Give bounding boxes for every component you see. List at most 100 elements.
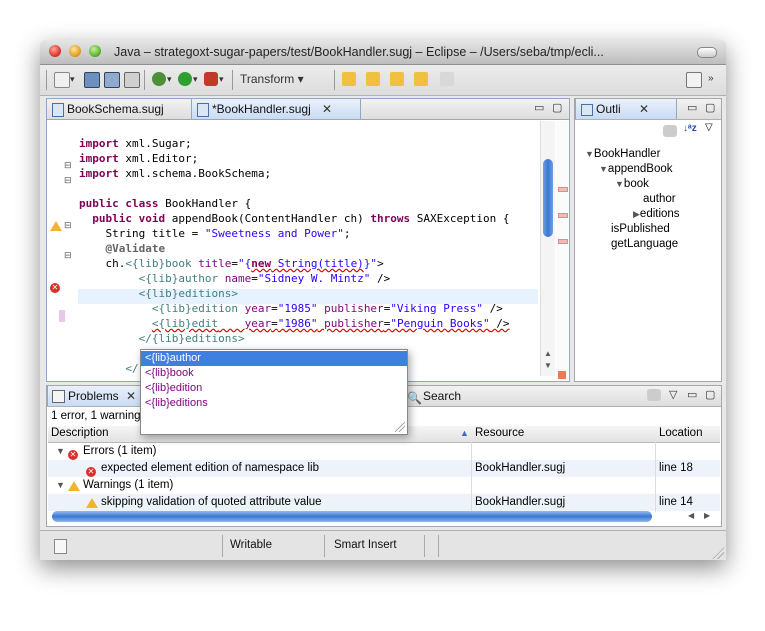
close-window-button[interactable] [49,45,61,57]
problems-icon [52,390,65,403]
column-header-description[interactable]: Description [51,427,109,439]
save-icon[interactable] [84,72,100,88]
code-line: import xml.Sugar; [79,137,192,150]
error-marker[interactable] [558,213,568,218]
status-separator [424,535,425,557]
scroll-down-icon[interactable]: ▼ [544,361,552,370]
chevron-down-icon[interactable]: ▾ [70,71,75,87]
minimize-icon[interactable]: ▭ [687,101,697,114]
expand-icon[interactable]: ▼ [56,443,65,460]
tree-label: getLanguage [611,238,679,250]
table-row[interactable]: ✕ expected element edition of namespace … [48,460,720,477]
transform-menu-button[interactable]: Transform ▾ [240,71,304,87]
completion-item[interactable]: <{lib}editions [141,396,407,411]
previous-annotation-icon[interactable] [366,72,380,86]
close-icon[interactable]: ✕ [639,99,649,119]
next-annotation-icon[interactable] [342,72,356,86]
editor-tabs: BookSchema.sugj *BookHandler.sugj ✕ ▭ ▢ [47,99,569,120]
chevron-down-icon[interactable]: ▾ [219,71,224,87]
run-icon[interactable] [178,72,192,86]
new-file-icon[interactable] [54,72,70,88]
problems-horizontal-scrollbar[interactable]: ◀ ▶ [52,509,717,524]
column-header-resource[interactable]: Resource [475,427,524,439]
tree-node[interactable]: ▼appendBook [599,162,673,177]
maximize-icon[interactable]: ▢ [705,101,715,114]
editor-vertical-scrollbar[interactable]: ▲ ▼ [540,121,555,376]
back-icon[interactable] [414,72,428,86]
fold-icon[interactable]: ⊟ [64,250,72,261]
view-menu-icon[interactable]: ▽ [669,388,677,401]
tree-node[interactable]: author [643,192,676,207]
tree-node[interactable]: ▼book [615,177,649,192]
code-line: </{lib}editions> [138,332,245,345]
hide-fields-icon[interactable] [663,125,677,137]
print-icon[interactable] [124,72,140,88]
tab-search[interactable]: 🔍 Search [403,386,483,406]
column-header-location[interactable]: Location [659,427,702,439]
minimize-icon[interactable]: ▭ [687,388,697,401]
view-menu-icon[interactable]: ▽ [705,122,713,133]
sort-az-icon[interactable]: ↓ᵃz [683,123,697,134]
error-marker[interactable] [558,187,568,192]
forward-icon[interactable] [440,72,454,86]
status-insert-mode: Smart Insert [334,539,397,551]
scroll-right-icon[interactable]: ▶ [704,511,710,520]
fold-icon[interactable]: ⊟ [64,175,72,186]
maximize-icon[interactable]: ▢ [705,388,715,401]
close-icon[interactable]: ✕ [126,386,136,406]
fold-icon[interactable]: ⊟ [64,160,72,171]
tree-node[interactable]: isPublished [611,222,670,237]
code-line: <{lib}edit year="1986" publisher="Pengui… [151,317,510,330]
debug-icon[interactable] [152,72,166,86]
status-separator [438,535,439,557]
chevron-down-icon[interactable]: ▾ [167,71,172,87]
error-summary-marker[interactable] [558,371,566,379]
code-line: import xml.schema.BookSchema; [79,167,272,180]
more-chevron-icon[interactable]: » [708,71,714,87]
external-tools-icon[interactable] [204,72,218,86]
maximize-icon[interactable]: ▢ [552,101,562,114]
completion-item[interactable]: <{lib}edition [141,381,407,396]
tab-bookhandler[interactable]: *BookHandler.sugj ✕ [191,99,361,119]
close-icon[interactable]: ✕ [322,99,332,119]
resize-grip[interactable] [712,547,724,559]
tab-label: *BookHandler.sugj [212,102,311,116]
minimize-icon[interactable]: ▭ [534,101,544,114]
overview-ruler[interactable] [556,121,568,379]
table-row-errors-group[interactable]: ▼ ✕ Errors (1 item) [48,443,720,460]
tab-bookschema[interactable]: BookSchema.sugj [47,99,207,119]
tree-label: book [623,178,649,190]
tree-node[interactable]: ▶editions [633,207,680,222]
scroll-thumb[interactable] [543,159,553,237]
last-edit-icon[interactable] [390,72,404,86]
sort-ascending-icon[interactable]: ▲ [460,428,469,438]
fast-view-icon[interactable] [54,539,67,554]
save-all-icon[interactable] [104,72,120,88]
chevron-down-icon[interactable]: ▾ [193,71,198,87]
scroll-left-icon[interactable]: ◀ [688,511,694,520]
popup-resize-grip[interactable] [395,422,405,432]
table-row-warnings-group[interactable]: ▼ Warnings (1 item) [48,477,720,494]
open-perspective-icon[interactable] [686,72,702,88]
code-text[interactable]: import xml.Sugar; import xml.Editor; impor… [79,121,510,376]
code-line: import xml.Editor; [79,152,199,165]
toolbar-toggle-button[interactable] [697,47,717,58]
completion-item[interactable]: <{lib}author [141,351,407,366]
tree-node[interactable]: getLanguage [611,237,678,252]
expand-icon[interactable]: ▼ [56,477,65,494]
completion-item[interactable]: <{lib}book [141,366,407,381]
scroll-up-icon[interactable]: ▲ [544,349,552,358]
group-label: Errors (1 item) [83,445,157,457]
scroll-thumb[interactable] [52,511,652,522]
minimize-window-button[interactable] [69,45,81,57]
fold-icon[interactable]: ⊟ [64,220,72,231]
filter-icon[interactable] [647,389,661,401]
problem-description: expected element edition of namespace li… [101,462,320,474]
tree-label: appendBook [607,163,673,175]
tree-node[interactable]: ▼BookHandler [585,147,660,162]
tab-outline[interactable]: Outli ✕ [575,99,677,119]
column-divider [471,442,472,512]
error-marker[interactable] [558,239,568,244]
zoom-window-button[interactable] [89,45,101,57]
